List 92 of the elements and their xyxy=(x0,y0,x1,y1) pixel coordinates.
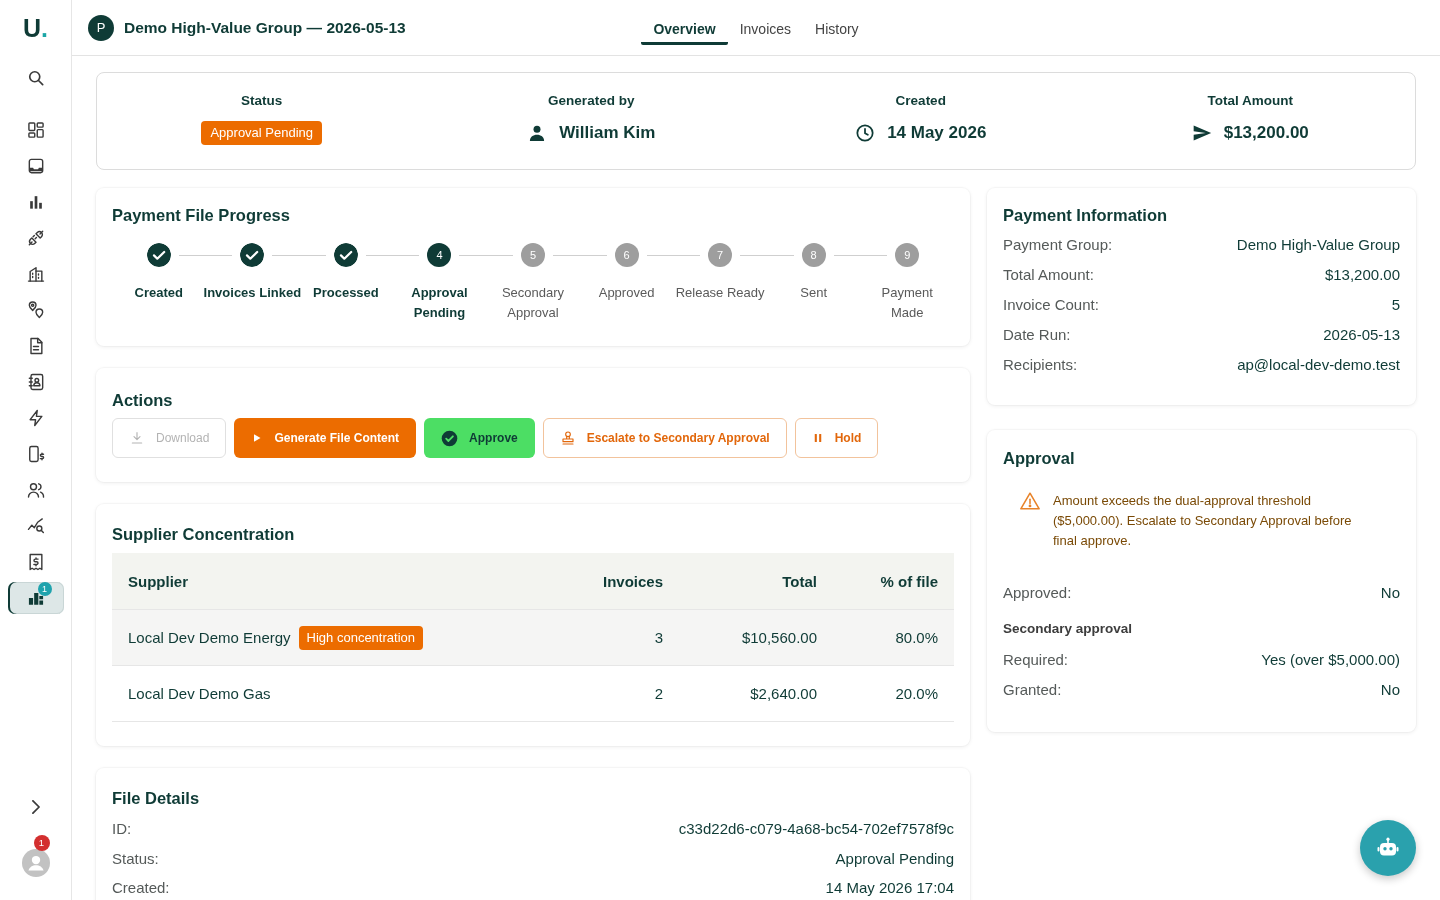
tab[interactable]: History xyxy=(803,10,871,45)
action-button[interactable]: Generate File Content xyxy=(234,418,417,458)
summary-label: Generated by xyxy=(548,92,635,110)
warning-message: Amount exceeds the dual-approval threshold ($5,000.00). Escalate to Secondary Approval before final approve. xyxy=(1053,492,1353,550)
nav-button[interactable]: 1 xyxy=(7,582,64,614)
action-button[interactable]: Escalate to Secondary Approval xyxy=(542,418,787,458)
table-cell: 2 xyxy=(529,665,679,722)
step-number: 7 xyxy=(708,243,733,267)
field-label: Payment Group: xyxy=(1003,235,1113,253)
summary-value: $13,200.00 xyxy=(1223,123,1309,143)
supplier-name: Local Dev Demo Gas xyxy=(128,685,271,702)
field-value: c33d22d6-c079-4a68-bc54-702ef7578f9c xyxy=(678,820,954,838)
column-header: % of file xyxy=(833,553,954,610)
field-label: Required: xyxy=(1003,650,1069,668)
summary-label: Total Amount xyxy=(1207,92,1293,110)
field-label: Created: xyxy=(112,879,170,897)
field-value: No xyxy=(1380,583,1400,601)
supplier-name: Local Dev Demo Energy xyxy=(128,629,291,646)
card-title: Payment Information xyxy=(1003,205,1169,226)
avatar-icon xyxy=(21,849,50,877)
table-cell: $10,560.00 xyxy=(679,609,833,666)
action-button[interactable]: Hold xyxy=(794,418,879,458)
field-label: Invoice Count: xyxy=(1003,295,1099,313)
assistant-button[interactable] xyxy=(1360,820,1416,876)
group-avatar: P xyxy=(88,14,114,41)
clock-icon xyxy=(855,123,876,143)
field-label: Granted: xyxy=(1003,680,1062,698)
column-header: Supplier xyxy=(112,553,529,610)
field-label: Total Amount: xyxy=(1003,265,1094,283)
action-button[interactable]: Approve xyxy=(424,418,535,458)
step-label: Release Ready xyxy=(675,285,765,300)
step-label: Approval Pending xyxy=(411,285,468,320)
field-label: Recipients: xyxy=(1003,355,1078,373)
section-subtitle: Secondary approval xyxy=(1003,620,1134,638)
step-number: 8 xyxy=(801,243,826,267)
logo: U. xyxy=(23,14,48,42)
card-title: Approval xyxy=(1003,448,1076,469)
notification-badge: 1 xyxy=(33,835,50,851)
field-label: Approved: xyxy=(1003,583,1072,601)
step-label: Processed xyxy=(313,285,379,300)
buildings-icon xyxy=(25,264,46,284)
stamp-icon xyxy=(559,430,576,446)
field-value: 2026-05-13 xyxy=(1323,325,1400,343)
count-badge: 1 xyxy=(37,582,52,596)
step-label: Payment Made xyxy=(881,285,933,320)
step-label: Approved xyxy=(598,285,655,300)
table-cell: $2,640.00 xyxy=(679,665,833,722)
field-value: No xyxy=(1380,680,1400,698)
field-label: ID: xyxy=(112,820,132,838)
tab[interactable]: Overview xyxy=(641,10,728,45)
page-title: Demo High-Value Group — 2026-05-13 xyxy=(124,18,406,37)
field-label: Status: xyxy=(112,849,159,867)
field-value: Yes (over $5,000.00) xyxy=(1261,650,1400,668)
step-number: 6 xyxy=(614,243,639,267)
field-value: Approval Pending xyxy=(835,849,954,867)
step-label: Created xyxy=(134,285,183,300)
field-value: $13,200.00 xyxy=(1324,265,1400,283)
concentration-tag: High concentration xyxy=(298,625,423,650)
warning-icon xyxy=(1019,490,1041,512)
card-title: Supplier Concentration xyxy=(112,524,296,545)
table-cell: 3 xyxy=(529,609,679,666)
column-header: Total xyxy=(679,553,833,610)
field-label: Date Run: xyxy=(1003,325,1071,343)
summary-value: William Kim xyxy=(559,123,656,143)
field-value: Demo High-Value Group xyxy=(1236,235,1400,253)
step-label: Secondary Approval xyxy=(501,285,565,320)
tab[interactable]: Invoices xyxy=(727,10,804,45)
send-icon xyxy=(1191,123,1212,143)
chevron-right-icon xyxy=(31,800,40,814)
step-number: 5 xyxy=(521,243,545,267)
check-circle-icon xyxy=(441,429,459,447)
summary-value: 14 May 2026 xyxy=(887,123,987,143)
field-value: 5 xyxy=(1391,295,1400,313)
chart-search-icon xyxy=(25,516,46,536)
column-header: Invoices xyxy=(529,553,679,610)
step-number: 4 xyxy=(427,243,452,267)
card-title: Actions xyxy=(112,390,174,411)
summary-label: Status xyxy=(241,92,283,110)
card-title: File Details xyxy=(112,788,201,809)
status-badge: Approval Pending xyxy=(201,121,323,145)
summary-label: Created xyxy=(895,92,946,110)
step-number: 9 xyxy=(895,243,920,267)
card-title: Payment File Progress xyxy=(112,205,291,226)
step-label: Invoices Linked xyxy=(203,285,302,300)
users-icon xyxy=(25,480,46,500)
table-cell: 80.0% xyxy=(833,609,954,666)
field-value: 14 May 2026 17:04 xyxy=(825,879,954,897)
dashboard-icon xyxy=(25,120,46,140)
download-icon xyxy=(129,430,145,446)
step-label: Sent xyxy=(800,285,828,300)
field-value: ap@local-dev-demo.test xyxy=(1237,355,1400,373)
table-cell: 20.0% xyxy=(833,665,954,722)
